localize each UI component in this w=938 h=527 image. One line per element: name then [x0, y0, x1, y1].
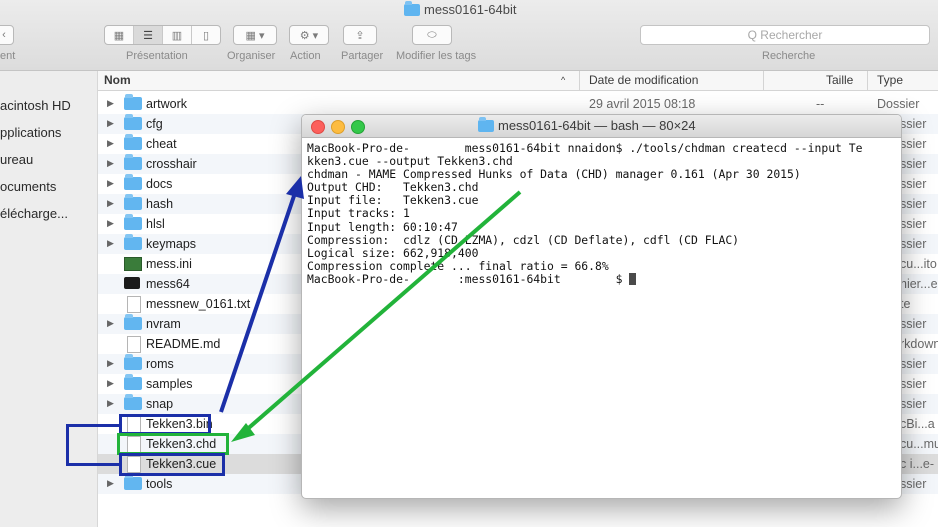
blue-arrowhead — [286, 176, 304, 199]
annotation-arrows — [219, 176, 522, 442]
green-arrow — [242, 190, 522, 434]
blue-arrow — [219, 189, 298, 413]
